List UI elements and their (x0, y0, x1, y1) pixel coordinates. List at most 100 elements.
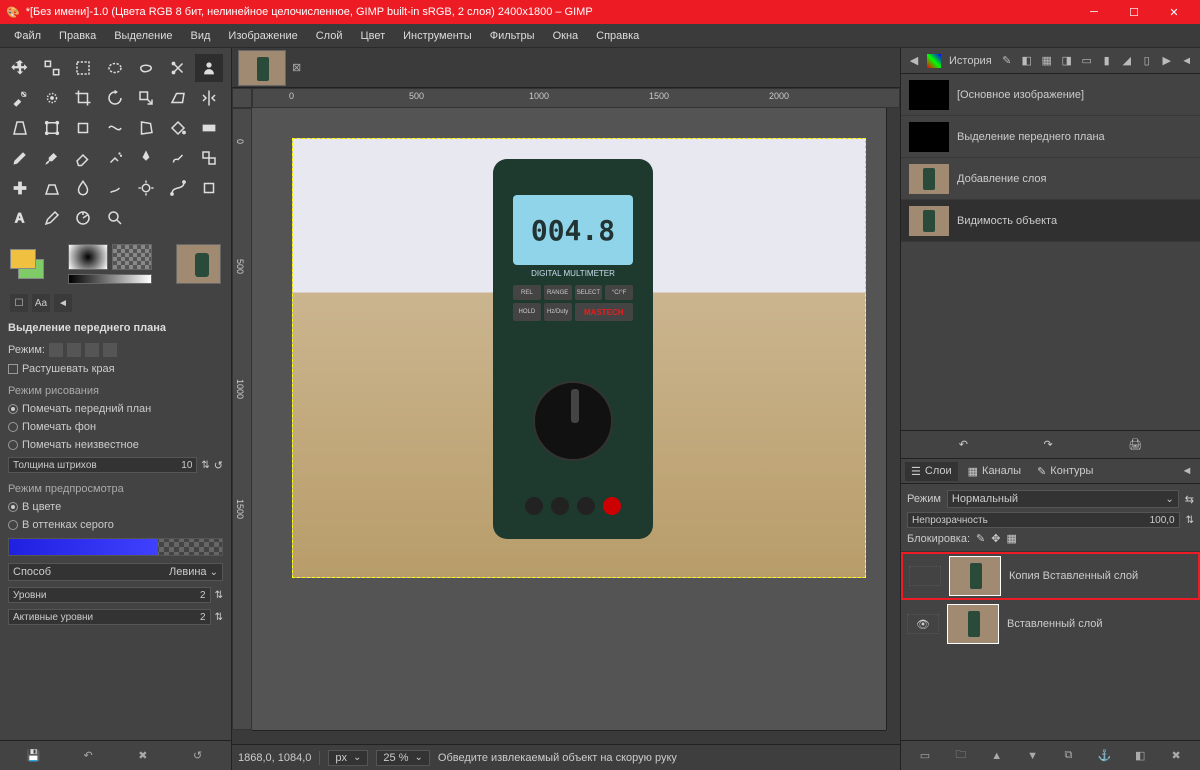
menu-select[interactable]: Выделение (106, 27, 180, 45)
text-tool[interactable]: A (6, 204, 34, 232)
mark-unknown-radio[interactable] (8, 440, 18, 450)
clear-history-button[interactable]: 🖨 (1128, 438, 1142, 451)
image-tab-0[interactable] (238, 50, 286, 86)
mark-fg-radio[interactable] (8, 404, 18, 414)
dodge-tool[interactable] (132, 174, 160, 202)
flip-tool[interactable] (195, 84, 223, 112)
mode-replace-icon[interactable] (49, 343, 63, 357)
method-dropdown[interactable]: СпособЛевина ⌄ (8, 563, 223, 581)
canvas-image[interactable]: 004.8 DIGITAL MULTIMETER RELRANGESELECT°… (292, 138, 866, 578)
hist-tab-icon[interactable]: ◢ (1118, 52, 1136, 70)
measure-tool[interactable] (69, 204, 97, 232)
duplicate-layer-button[interactable]: ⧉ (1058, 746, 1078, 766)
tab-layers[interactable]: ☰Слои (905, 462, 958, 481)
pattern-tab-icon[interactable]: ▦ (1038, 52, 1056, 70)
mode-add-icon[interactable] (67, 343, 81, 357)
levels-spinner[interactable]: ⇅ (215, 590, 223, 601)
layer-name[interactable]: Копия Вставленный слой (1009, 570, 1138, 582)
blend-tool[interactable] (195, 114, 223, 142)
path-tool[interactable] (164, 174, 192, 202)
ink-tool[interactable] (132, 144, 160, 172)
foreground-select-tool[interactable] (195, 54, 223, 82)
scrollbar-horizontal[interactable] (252, 730, 886, 744)
menu-windows[interactable]: Окна (545, 27, 587, 45)
stroke-width-field[interactable]: Толщина штрихов10 (8, 457, 197, 473)
nav-tab-icon[interactable]: ▯ (1138, 52, 1156, 70)
gradient-preview[interactable] (68, 274, 152, 284)
tool-opts-reset[interactable]: ↺ (188, 746, 208, 766)
feather-checkbox[interactable] (8, 364, 18, 374)
tool-opts-restore[interactable]: ↶ (78, 746, 98, 766)
active-levels-spinner[interactable]: ⇅ (215, 612, 223, 623)
new-group-button[interactable]: 🗀 (951, 746, 971, 766)
crop-tool[interactable] (69, 84, 97, 112)
move-tool[interactable] (6, 54, 34, 82)
stroke-spinner[interactable]: ⇅ (201, 460, 209, 471)
paintbrush-tool[interactable] (38, 144, 66, 172)
menu-layer[interactable]: Слой (308, 27, 351, 45)
blend-mode-dropdown[interactable]: Нормальный⌄ (947, 490, 1179, 508)
shear-tool[interactable] (164, 84, 192, 112)
menu-image[interactable]: Изображение (220, 27, 305, 45)
ruler-horizontal[interactable]: 0 500 1000 1500 2000 (252, 88, 900, 108)
text-tool-2[interactable] (195, 174, 223, 202)
tab-channels[interactable]: ▦Каналы (962, 462, 1027, 481)
device-status-tab[interactable]: Aa (32, 294, 50, 312)
menu-tools[interactable]: Инструменты (395, 27, 480, 45)
preview-color-radio[interactable] (8, 502, 18, 512)
tab-paths[interactable]: ✎Контуры (1031, 462, 1099, 481)
cage-tool[interactable] (132, 114, 160, 142)
ellipse-select-tool[interactable] (101, 54, 129, 82)
unit-selector[interactable]: px⌄ (328, 750, 368, 766)
color-picker-tool[interactable] (38, 204, 66, 232)
airbrush-tool[interactable] (101, 144, 129, 172)
pencil-tool[interactable] (6, 144, 34, 172)
history-tab[interactable]: История (945, 55, 996, 67)
scissors-tool[interactable] (164, 54, 192, 82)
lock-alpha-icon[interactable]: ▦ (1006, 532, 1016, 545)
canvas-viewport[interactable]: 004.8 DIGITAL MULTIMETER RELRANGESELECT°… (252, 108, 886, 730)
preview-color-bar[interactable] (8, 538, 223, 556)
smudge-tool[interactable] (101, 174, 129, 202)
sel-tab-icon[interactable]: ◧ (1018, 52, 1036, 70)
menu-help[interactable]: Справка (588, 27, 647, 45)
brush-preview[interactable] (68, 244, 108, 270)
menu-file[interactable]: Файл (6, 27, 49, 45)
mode-intersect-icon[interactable] (103, 343, 117, 357)
redo-button[interactable]: ↷ (1044, 438, 1053, 451)
rotate-tool[interactable] (101, 84, 129, 112)
eraser-tool[interactable] (69, 144, 97, 172)
tool-opts-save[interactable]: 💾 (23, 746, 43, 766)
mode-subtract-icon[interactable] (85, 343, 99, 357)
mode-switch[interactable]: ⇆ (1185, 493, 1194, 506)
stroke-reset[interactable]: ↺ (214, 459, 223, 472)
menu-edit[interactable]: Правка (51, 27, 104, 45)
layer-item[interactable]: 👁 Вставленный слой (901, 600, 1200, 648)
image-tab-close[interactable]: ⊠ (292, 61, 301, 74)
mark-bg-radio[interactable] (8, 422, 18, 432)
active-image-thumb[interactable] (176, 244, 221, 284)
rect-select-tool[interactable] (69, 54, 97, 82)
scrollbar-vertical[interactable] (886, 108, 900, 730)
history-item[interactable]: Выделение переднего плана (901, 116, 1200, 158)
preview-gray-radio[interactable] (8, 520, 18, 530)
warp-tool[interactable] (101, 114, 129, 142)
arrow-left-icon[interactable]: ◀ (905, 52, 923, 70)
zoom-tool[interactable] (101, 204, 129, 232)
colormap-tab-icon[interactable] (925, 52, 943, 70)
lock-pixels-icon[interactable]: ✎ (976, 532, 985, 545)
doc-tab-icon[interactable]: ▮ (1098, 52, 1116, 70)
mask-button[interactable]: ◧ (1130, 746, 1150, 766)
by-color-select-tool[interactable] (38, 84, 66, 112)
levels-field[interactable]: Уровни2 (8, 587, 211, 603)
fg-color[interactable] (10, 249, 36, 269)
perspective-clone-tool[interactable] (38, 174, 66, 202)
history-item[interactable]: Видимость объекта (901, 200, 1200, 242)
unified-transform-tool[interactable] (38, 114, 66, 142)
minimize-button[interactable]: ─ (1074, 0, 1114, 24)
lower-layer-button[interactable]: ▼ (1023, 746, 1043, 766)
heal-tool[interactable] (6, 174, 34, 202)
opacity-field[interactable]: Непрозрачность100,0 (907, 512, 1180, 528)
grad-tab-icon[interactable]: ◨ (1058, 52, 1076, 70)
pattern-preview[interactable] (112, 244, 152, 270)
